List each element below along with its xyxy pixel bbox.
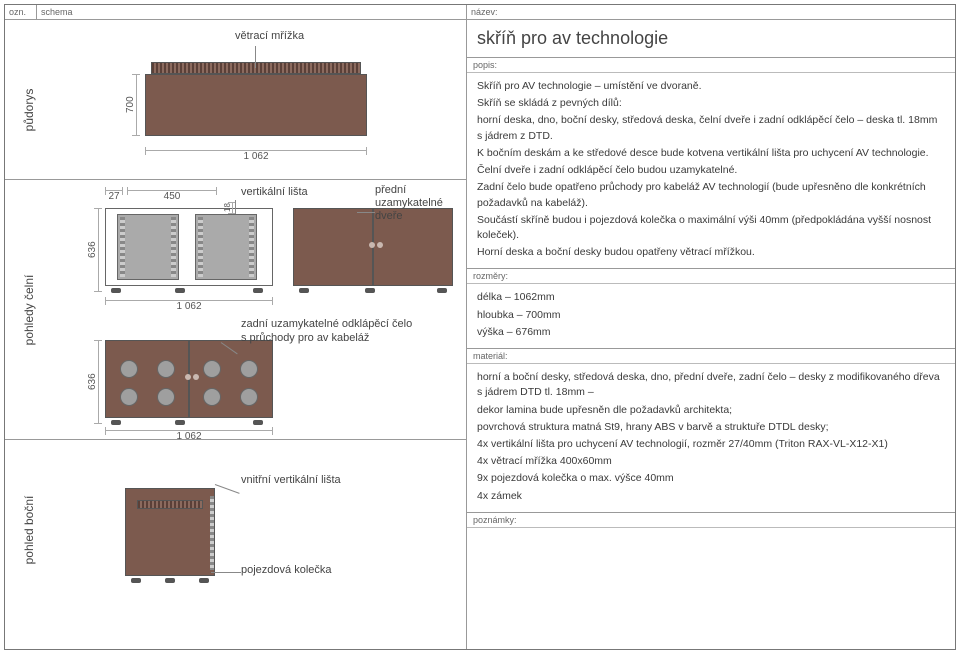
popis-line: Skříň se skládá z pevných dílů: (477, 96, 945, 111)
left-column: půdorys 700 1 062 větrací mřížka (5, 20, 467, 649)
cable-hole (240, 388, 258, 406)
cable-hole (120, 388, 138, 406)
rack-2 (195, 214, 257, 280)
rozmery-label: rozměry: (467, 269, 955, 284)
door-knob-right (377, 242, 383, 248)
drawing-title: skříň pro av technologie (467, 20, 955, 58)
cable-hole (157, 360, 175, 378)
popis-line: Čelní dveře i zadní odklápěcí čelo budou… (477, 163, 945, 178)
plan-grille (151, 62, 361, 74)
sheet-body: půdorys 700 1 062 větrací mřížka (5, 20, 955, 649)
popis-body: Skříň pro AV technologie – umístění ve d… (467, 73, 955, 268)
callout-back-panel: zadní uzamykatelné odklápěcí čelo s průc… (241, 318, 412, 346)
material-line: 9x pojezdová kolečka o max. výšce 40mm (477, 471, 945, 486)
material-label: materiál: (467, 349, 955, 364)
right-column: skříň pro av technologie popis: Skříň pr… (467, 20, 955, 649)
popis-line: horní deska, dno, boční desky, středová … (477, 113, 945, 143)
callout-inner-rail: vnitřní vertikální lišta (241, 474, 341, 486)
rack-1 (117, 214, 179, 280)
callout-caster: pojezdová kolečka (241, 564, 332, 576)
dim-636b: 636 (87, 340, 99, 424)
front-views-block: pohledy čelní 27 450 18 636 1 062 (5, 180, 466, 440)
material-line: povrchová struktura matná St9, hrany ABS… (477, 420, 945, 435)
dim-1062-top: 1 062 (145, 150, 367, 162)
dim-27: 27 (105, 190, 123, 202)
side-grille (137, 500, 203, 509)
material-line: 4x zámek (477, 489, 945, 504)
rozmery-line: délka – 1062mm (477, 290, 945, 305)
dim-450: 450 (127, 190, 217, 202)
poznamky-block: poznámky: (467, 513, 955, 649)
poznamky-label: poznámky: (467, 513, 955, 528)
rear-panel-left (105, 340, 189, 418)
rozmery-line: výška – 676mm (477, 325, 945, 340)
side-draw-area: vnitřní vertikální lišta pojezdová koleč… (65, 444, 462, 645)
rear-knob-left (185, 374, 191, 380)
popis-label: popis: (467, 58, 955, 73)
dim-1062a: 1 062 (105, 300, 273, 312)
foot (253, 288, 263, 293)
side-view-label: pohled boční (22, 496, 36, 565)
header-ozn: ozn. (5, 5, 37, 19)
side-view-block: pohled boční vnitřní vertikální lišta po… (5, 440, 466, 649)
rozmery-line: hloubka – 700mm (477, 308, 945, 323)
callout-grille: větrací mřížka (235, 30, 304, 42)
material-line: dekor lamina bude upřesněn dle požadavků… (477, 403, 945, 418)
rear-knob-right (193, 374, 199, 380)
side-rail (210, 496, 214, 570)
plan-cabinet (145, 74, 367, 136)
foot (365, 288, 375, 293)
cable-hole (203, 388, 221, 406)
foot (111, 288, 121, 293)
foot (253, 420, 263, 425)
caster (131, 578, 141, 583)
cable-hole (120, 360, 138, 378)
callout-front-door: přední uzamykatelné dveře (375, 184, 443, 224)
cable-hole (203, 360, 221, 378)
caster (199, 578, 209, 583)
front-draw-area: 27 450 18 636 1 062 vertikální lišta (65, 184, 462, 435)
rozmery-body: délka – 1062mm hloubka – 700mm výška – 6… (467, 284, 955, 348)
door-knob-left (369, 242, 375, 248)
material-line: 4x větrací mřížka 400x60mm (477, 454, 945, 469)
material-body: horní a boční desky, středová deska, dno… (467, 364, 955, 512)
foot (437, 288, 447, 293)
header-row: ozn. schema název: (5, 5, 955, 20)
plan-draw-area: 700 1 062 větrací mřížka (65, 24, 462, 175)
dim-700: 700 (125, 74, 137, 136)
material-line: horní a boční desky, středová deska, dno… (477, 370, 945, 400)
foot (299, 288, 309, 293)
popis-line: Horní deska a boční desky budou opatřeny… (477, 245, 945, 260)
dim-18: 18 (223, 202, 233, 214)
cable-hole (240, 360, 258, 378)
dim-636a: 636 (87, 208, 99, 292)
front-door-left (293, 208, 373, 286)
front-views-label: pohledy čelní (22, 275, 36, 346)
plan-view-block: půdorys 700 1 062 větrací mřížka (5, 20, 466, 180)
rozmery-block: rozměry: délka – 1062mm hloubka – 700mm … (467, 269, 955, 349)
material-line: 4x vertikální lišta pro uchycení AV tech… (477, 437, 945, 452)
header-nazev: název: (467, 5, 955, 19)
caster (165, 578, 175, 583)
header-schema: schema (37, 5, 467, 19)
drawing-sheet: ozn. schema název: půdorys 700 1 062 vět… (4, 4, 956, 650)
foot (175, 420, 185, 425)
plan-view-label: půdorys (22, 89, 36, 132)
popis-line: Zadní čelo bude opatřeno průchody pro ka… (477, 180, 945, 210)
callout-vert-lista: vertikální lišta (241, 186, 308, 198)
material-block: materiál: horní a boční desky, středová … (467, 349, 955, 513)
cable-hole (157, 388, 175, 406)
foot (175, 288, 185, 293)
popis-line: Skříň pro AV technologie – umístění ve d… (477, 79, 945, 94)
foot (111, 420, 121, 425)
popis-line: K bočním deskám a ke středové desce bude… (477, 146, 945, 161)
popis-line: Součástí skříně budou i pojezdová kolečk… (477, 213, 945, 243)
rear-panel-right (189, 340, 273, 418)
popis-block: popis: Skříň pro AV technologie – umístě… (467, 58, 955, 269)
